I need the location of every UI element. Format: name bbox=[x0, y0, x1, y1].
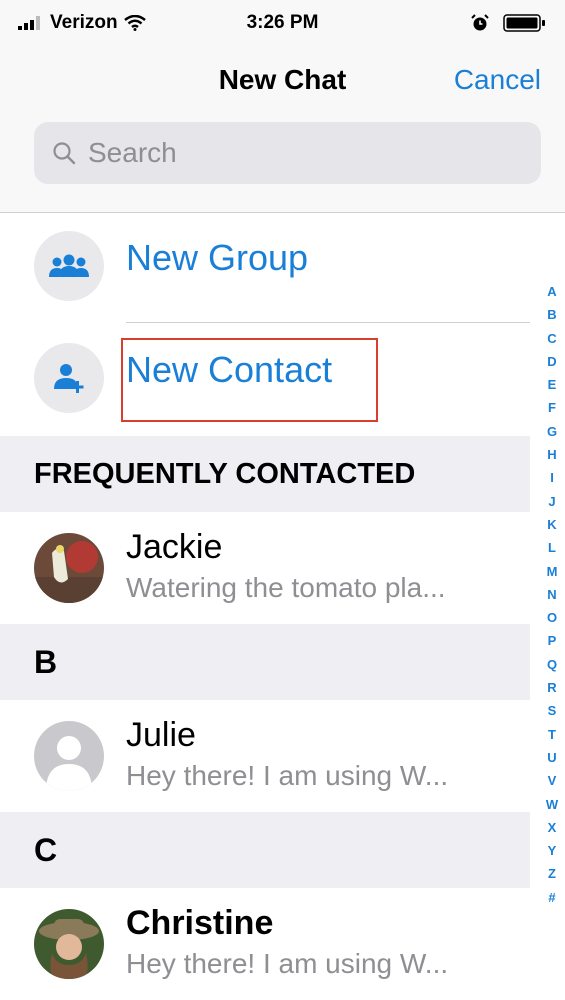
index-letter[interactable]: U bbox=[547, 746, 556, 769]
group-icon bbox=[34, 231, 104, 301]
index-letter[interactable]: # bbox=[548, 886, 555, 909]
index-letter[interactable]: L bbox=[548, 536, 556, 559]
index-letter[interactable]: M bbox=[547, 560, 558, 583]
index-letter[interactable]: Y bbox=[548, 839, 557, 862]
alphabet-index[interactable]: A B C D E F G H I J K L M N O P Q R S T U V W X Y Z # bbox=[540, 280, 564, 909]
status-right bbox=[471, 14, 547, 32]
index-letter[interactable]: W bbox=[546, 793, 558, 816]
index-letter[interactable]: H bbox=[547, 443, 556, 466]
index-letter[interactable]: F bbox=[548, 396, 556, 419]
contact-row-jackie[interactable]: Jackie Watering the tomato pla... bbox=[0, 512, 530, 624]
search-bar[interactable] bbox=[34, 122, 541, 184]
contact-name: Christine bbox=[126, 904, 274, 942]
section-header-frequent: FREQUENTLY CONTACTED bbox=[0, 436, 530, 512]
new-group-label: New Group bbox=[126, 237, 309, 278]
index-letter[interactable]: R bbox=[547, 676, 556, 699]
index-letter[interactable]: G bbox=[547, 420, 557, 443]
section-header-b: B bbox=[0, 624, 530, 700]
status-bar: Verizon 3:26 PM bbox=[0, 0, 565, 50]
index-letter[interactable]: C bbox=[547, 327, 556, 350]
index-letter[interactable]: S bbox=[548, 699, 557, 722]
index-letter[interactable]: V bbox=[548, 769, 557, 792]
index-letter[interactable]: K bbox=[547, 513, 556, 536]
row-separator bbox=[126, 322, 530, 323]
cancel-button[interactable]: Cancel bbox=[454, 64, 541, 96]
index-letter[interactable]: T bbox=[548, 723, 556, 746]
index-letter[interactable]: B bbox=[547, 303, 556, 326]
index-letter[interactable]: E bbox=[548, 373, 557, 396]
add-contact-icon bbox=[34, 343, 104, 413]
battery-icon bbox=[503, 14, 545, 32]
index-letter[interactable]: I bbox=[550, 466, 554, 489]
index-letter[interactable]: O bbox=[547, 606, 557, 629]
contact-row-christine[interactable]: Christine Hey there! I am using W... bbox=[0, 888, 530, 1000]
index-letter[interactable]: A bbox=[547, 280, 556, 303]
avatar-placeholder bbox=[34, 721, 104, 791]
index-letter[interactable]: D bbox=[547, 350, 556, 373]
search-input[interactable] bbox=[86, 136, 510, 170]
new-group-row[interactable]: New Group bbox=[0, 213, 530, 323]
highlight-box bbox=[121, 338, 378, 422]
alarm-icon bbox=[471, 14, 489, 31]
index-letter[interactable]: Z bbox=[548, 862, 556, 885]
index-letter[interactable]: J bbox=[548, 490, 555, 513]
avatar bbox=[34, 533, 104, 603]
index-letter[interactable]: Q bbox=[547, 653, 557, 676]
contact-status: Hey there! I am using W... bbox=[126, 760, 449, 791]
index-letter[interactable]: X bbox=[548, 816, 557, 839]
contact-name: Julie bbox=[126, 716, 196, 754]
navigation-bar: New Chat Cancel bbox=[0, 50, 565, 213]
contact-row-julie[interactable]: Julie Hey there! I am using W... bbox=[0, 700, 530, 812]
contact-name: Jackie bbox=[126, 528, 223, 566]
contact-status: Hey there! I am using W... bbox=[126, 948, 449, 979]
contact-status: Watering the tomato pla... bbox=[126, 572, 446, 603]
search-icon bbox=[53, 142, 76, 165]
index-letter[interactable]: P bbox=[548, 629, 557, 652]
index-letter[interactable]: N bbox=[547, 583, 556, 606]
avatar bbox=[34, 909, 104, 979]
section-header-c: C bbox=[0, 812, 530, 888]
